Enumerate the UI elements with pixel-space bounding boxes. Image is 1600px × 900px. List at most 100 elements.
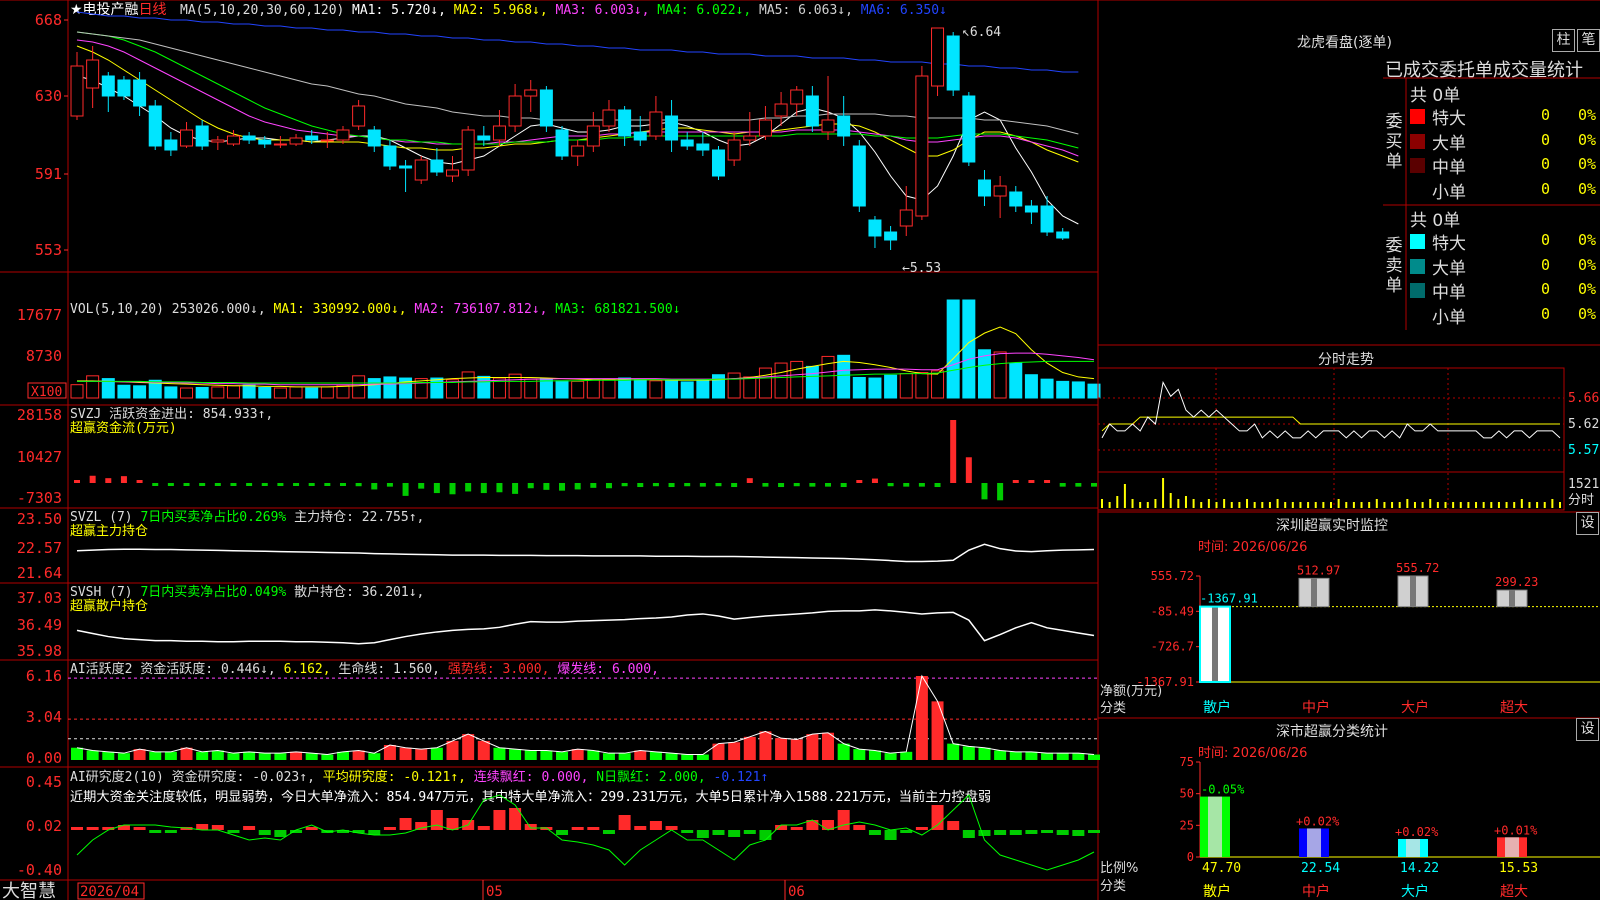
research-bar <box>1025 830 1038 834</box>
research-bar <box>978 830 991 836</box>
sz-monitor-category-label: 散户 <box>1203 699 1231 716</box>
research-bar <box>665 826 678 830</box>
candle-body <box>805 95 819 127</box>
activity-bar <box>274 753 287 760</box>
intraday-vol-bar <box>1559 502 1561 508</box>
sz-class-bar-shade <box>1208 796 1222 857</box>
vol-legend: VOL(5,10,20) 253026.000↓, MA1: 330992.00… <box>70 302 681 317</box>
volume-bar <box>805 365 819 399</box>
research-bar <box>383 827 396 830</box>
fund-flow-bar <box>214 483 221 486</box>
candle-body <box>195 125 209 147</box>
research-bar <box>868 830 881 835</box>
volume-bar <box>273 387 287 399</box>
research-bar <box>477 826 490 830</box>
sz-class-bar-shade <box>1307 828 1321 857</box>
candle-body <box>1040 205 1054 233</box>
sz-monitor-time: 时间: 2026/06/26 <box>1198 540 1308 555</box>
fund-flow-bar <box>1091 483 1097 487</box>
activity-bar <box>1041 753 1054 760</box>
fund-flow-bar <box>778 483 785 488</box>
intraday-vol-bar <box>1246 499 1249 508</box>
volume-bar <box>1056 380 1070 399</box>
ai-activity-legend: AI活跃度2 资金活跃度: 0.446↓, 6.162, 生命线: 1.560,… <box>70 661 659 677</box>
intraday-vol-bar <box>1375 499 1378 508</box>
volume-bar <box>602 378 616 399</box>
candle-body <box>1024 205 1038 213</box>
candle-body <box>977 179 991 197</box>
volume-bar <box>633 379 647 399</box>
research-bar <box>164 830 177 833</box>
sz-monitor-value-label: 299.23 <box>1495 575 1538 589</box>
volume-bar <box>430 377 444 399</box>
activity-bar <box>399 747 412 760</box>
intraday-vol-bar <box>1101 499 1103 508</box>
candle-body <box>618 109 632 137</box>
research-bar <box>931 805 944 830</box>
buy-color-swatch <box>1410 182 1425 198</box>
activity-bar <box>556 751 569 760</box>
sz-monitor-ytick-label: -726.7 <box>1151 640 1194 654</box>
fund-flow-bar <box>152 483 159 486</box>
intraday-vol-bar <box>1345 502 1348 508</box>
ai-ytick-label: 6.16 <box>26 667 62 685</box>
svzl-subtitle: 超赢主力持仓 <box>70 523 148 539</box>
sz-class-bar-shade <box>1406 838 1420 857</box>
intraday-vol-bar <box>1444 502 1447 508</box>
buy-row-count: 0 <box>1541 130 1551 149</box>
buy-row-label: 特大 <box>1432 109 1466 129</box>
svsh-ytick-label: 37.03 <box>17 589 62 607</box>
volume-bar <box>242 384 256 399</box>
sz-class-settings-button[interactable]: 设 <box>1576 718 1599 741</box>
volume-bar <box>727 372 741 399</box>
chart-canvas[interactable]: 668630591553MA(5,10,20,30,60,120)★电投产融日线… <box>0 0 1600 900</box>
candle-body <box>1009 191 1023 207</box>
candle-body <box>148 105 162 147</box>
sz-class-category-label: 散户 <box>1203 883 1231 900</box>
research-bar <box>556 830 569 835</box>
intraday-vol-bar <box>1223 499 1226 508</box>
activity-bar <box>258 753 271 760</box>
activity-bar <box>133 749 146 760</box>
fund-flow-bar <box>762 483 769 487</box>
fund-flow-bar <box>574 483 581 490</box>
research-bar <box>634 826 647 830</box>
activity-bar <box>1009 751 1022 760</box>
intraday-vol-bar <box>1116 496 1119 508</box>
fund-flow-bar <box>89 475 96 483</box>
candle-body <box>101 75 115 97</box>
candle-body <box>524 89 538 97</box>
buy-color-swatch <box>1410 133 1425 149</box>
activity-bar <box>931 701 944 760</box>
research-bar <box>86 827 99 830</box>
buy-color-swatch <box>1410 109 1425 124</box>
sell-row-label: 中单 <box>1432 283 1466 303</box>
activity-bar <box>1056 753 1069 760</box>
fund-flow-bar <box>605 483 612 489</box>
bar-mode-button[interactable]: 柱 <box>1552 29 1575 52</box>
sz-monitor-settings-button[interactable]: 设 <box>1576 512 1599 535</box>
volume-bar <box>1024 374 1038 399</box>
candle-body <box>477 135 491 141</box>
sell-row-pct: 0% <box>1578 280 1597 298</box>
sell-color-swatch <box>1410 234 1425 249</box>
activity-bar <box>634 750 647 760</box>
activity-bar <box>743 736 756 760</box>
intraday-frame <box>1097 367 1565 473</box>
tick-mode-button[interactable]: 笔 <box>1577 29 1600 52</box>
research-bar <box>884 830 897 840</box>
sell-row-pct: 0% <box>1578 255 1597 274</box>
candle-body <box>117 79 131 97</box>
buy-total: 共 0单 <box>1410 86 1461 106</box>
candle-body <box>430 159 444 173</box>
activity-bar <box>978 747 991 760</box>
volume-bar <box>649 380 663 399</box>
candle-body <box>258 139 272 145</box>
sz-monitor-value-label: -1367.91 <box>1200 592 1258 606</box>
intraday-vol-bar <box>1261 502 1264 508</box>
fund-flow-bar <box>981 483 988 500</box>
buy-row-pct: 0% <box>1578 106 1597 124</box>
research-bar <box>947 821 960 830</box>
intraday-vol-bar <box>1253 502 1256 508</box>
volume-bar <box>711 374 725 399</box>
